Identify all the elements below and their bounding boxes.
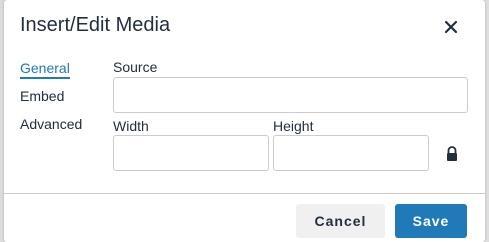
constrain-proportions-button[interactable] bbox=[442, 144, 462, 164]
tab-general[interactable]: General bbox=[20, 60, 70, 79]
dialog-title: Insert/Edit Media bbox=[20, 14, 171, 36]
height-input[interactable] bbox=[273, 135, 429, 171]
dialog-header: Insert/Edit Media bbox=[4, 0, 485, 52]
source-input[interactable] bbox=[113, 77, 468, 113]
cancel-button[interactable]: Cancel bbox=[296, 204, 385, 238]
source-label: Source bbox=[113, 59, 158, 75]
tab-advanced[interactable]: Advanced bbox=[20, 116, 82, 132]
footer-divider bbox=[4, 193, 485, 194]
insert-edit-media-dialog: Insert/Edit Media General Embed Advanced… bbox=[4, 0, 485, 242]
close-button[interactable] bbox=[436, 12, 466, 42]
width-label: Width bbox=[113, 118, 149, 134]
height-label: Height bbox=[273, 118, 314, 134]
tab-embed[interactable]: Embed bbox=[20, 88, 64, 104]
close-icon bbox=[444, 20, 458, 34]
save-button[interactable]: Save bbox=[395, 204, 467, 238]
lock-icon bbox=[447, 146, 457, 161]
width-input[interactable] bbox=[113, 135, 269, 171]
